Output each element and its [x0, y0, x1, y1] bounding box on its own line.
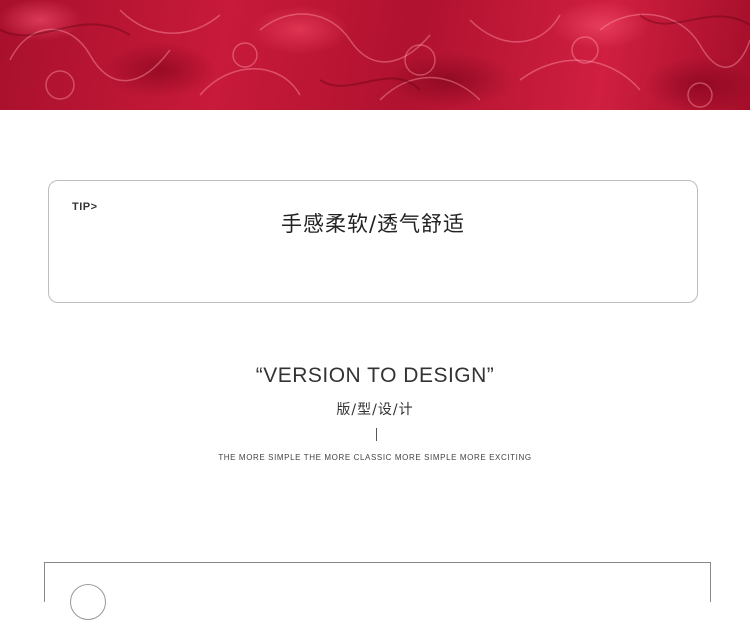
- circle-decoration: [70, 584, 106, 620]
- tip-box: TIP> 手感柔软/透气舒适: [48, 180, 698, 303]
- section-tagline: THE MORE SIMPLE THE MORE CLASSIC MORE SI…: [218, 453, 532, 462]
- next-section-frame: [44, 562, 711, 602]
- lace-fabric-banner: [0, 0, 750, 110]
- section-title: “VERSION TO DESIGN”: [255, 364, 495, 387]
- vertical-divider: [376, 428, 377, 441]
- section-subtitle: 版/型/设/计: [336, 402, 414, 418]
- tip-text: 手感柔软/透气舒适: [280, 212, 466, 236]
- lace-pattern: [0, 9, 750, 108]
